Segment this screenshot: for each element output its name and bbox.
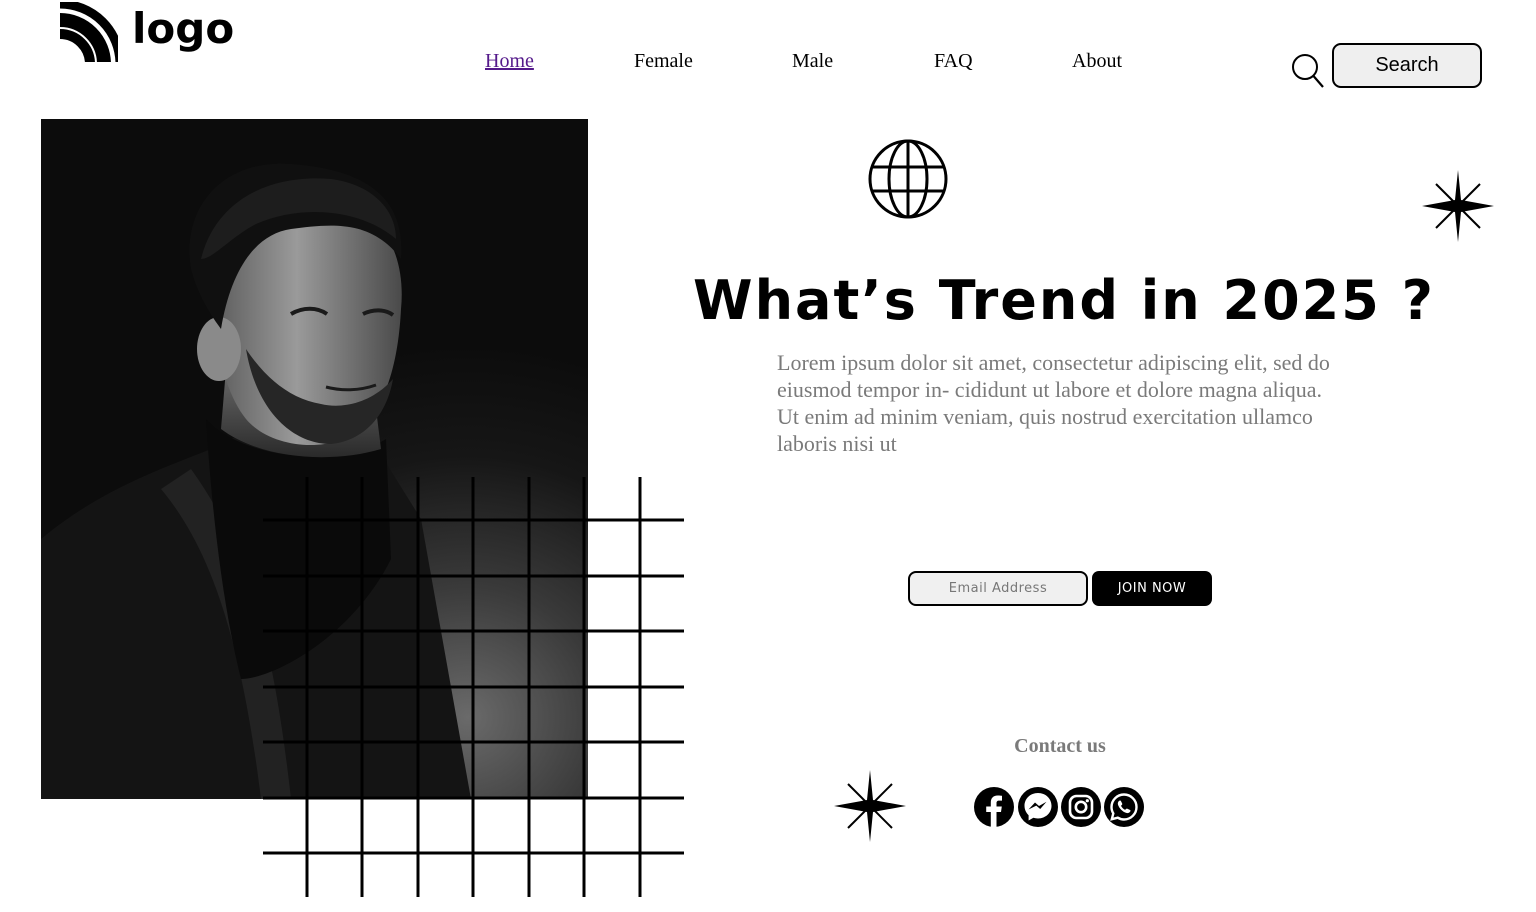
messenger-icon[interactable]: [1017, 786, 1059, 828]
join-now-button[interactable]: JOIN NOW: [1092, 571, 1212, 606]
logo[interactable]: logo: [58, 2, 234, 62]
nav-link-home[interactable]: Home: [485, 50, 534, 72]
intro-text: Lorem ipsum dolor sit amet, consectetur …: [777, 350, 1330, 456]
contact-title: Contact us: [1014, 735, 1106, 757]
facebook-icon[interactable]: [973, 786, 1015, 828]
page-title: What’s Trend in 2025 ?: [693, 269, 1435, 332]
sparkle-icon: [834, 770, 906, 842]
whatsapp-icon[interactable]: [1103, 786, 1145, 828]
logo-text: logo: [132, 4, 235, 53]
rss-arcs-icon: [59, 2, 118, 62]
email-field[interactable]: [908, 571, 1088, 606]
sparkle-icon: [1422, 170, 1494, 242]
decorative-grid: [263, 477, 684, 897]
nav-link-faq[interactable]: FAQ: [934, 50, 973, 72]
instagram-icon[interactable]: [1060, 786, 1102, 828]
globe-icon: [868, 139, 948, 219]
nav-link-about[interactable]: About: [1072, 50, 1122, 72]
magnifier-icon[interactable]: [1291, 53, 1325, 89]
nav-link-male[interactable]: Male: [792, 50, 833, 72]
nav-link-female[interactable]: Female: [634, 50, 693, 72]
search-button[interactable]: Search: [1332, 43, 1482, 88]
